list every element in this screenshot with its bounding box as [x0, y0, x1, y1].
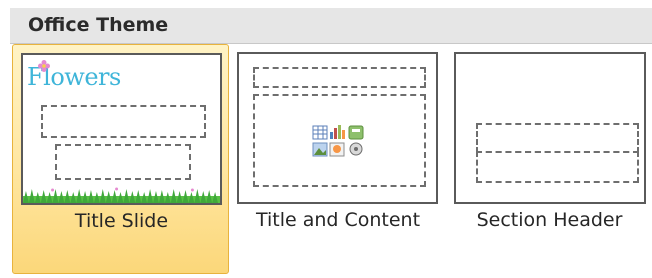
- title-placeholder: [41, 105, 206, 138]
- layout-item-title-slide[interactable]: Flowers Title Slide: [12, 44, 229, 274]
- insert-content-icons: [312, 125, 364, 157]
- layout-item-section-header[interactable]: Section Header: [447, 44, 652, 274]
- layout-label: Title Slide: [74, 210, 169, 232]
- title-placeholder: [476, 123, 639, 153]
- layout-thumbnail-section-header: [454, 52, 646, 204]
- subtitle-placeholder: [55, 144, 191, 180]
- flower-accent-icon: [38, 60, 50, 72]
- gallery-header: Office Theme: [10, 8, 652, 44]
- grass-decoration: [23, 187, 220, 203]
- layout-thumbnail-title-and-content: [237, 52, 438, 204]
- layout-gallery: Office Theme Flowers Title Slide Title a…: [0, 0, 652, 278]
- text-placeholder: [476, 151, 639, 183]
- layout-label: Title and Content: [255, 209, 421, 231]
- title-placeholder: [253, 67, 426, 88]
- theme-name: Office Theme: [28, 14, 169, 36]
- layout-thumbnail-title-slide: Flowers: [21, 53, 222, 205]
- layout-item-title-and-content[interactable]: Title and Content: [232, 44, 444, 274]
- layout-label: Section Header: [476, 209, 623, 231]
